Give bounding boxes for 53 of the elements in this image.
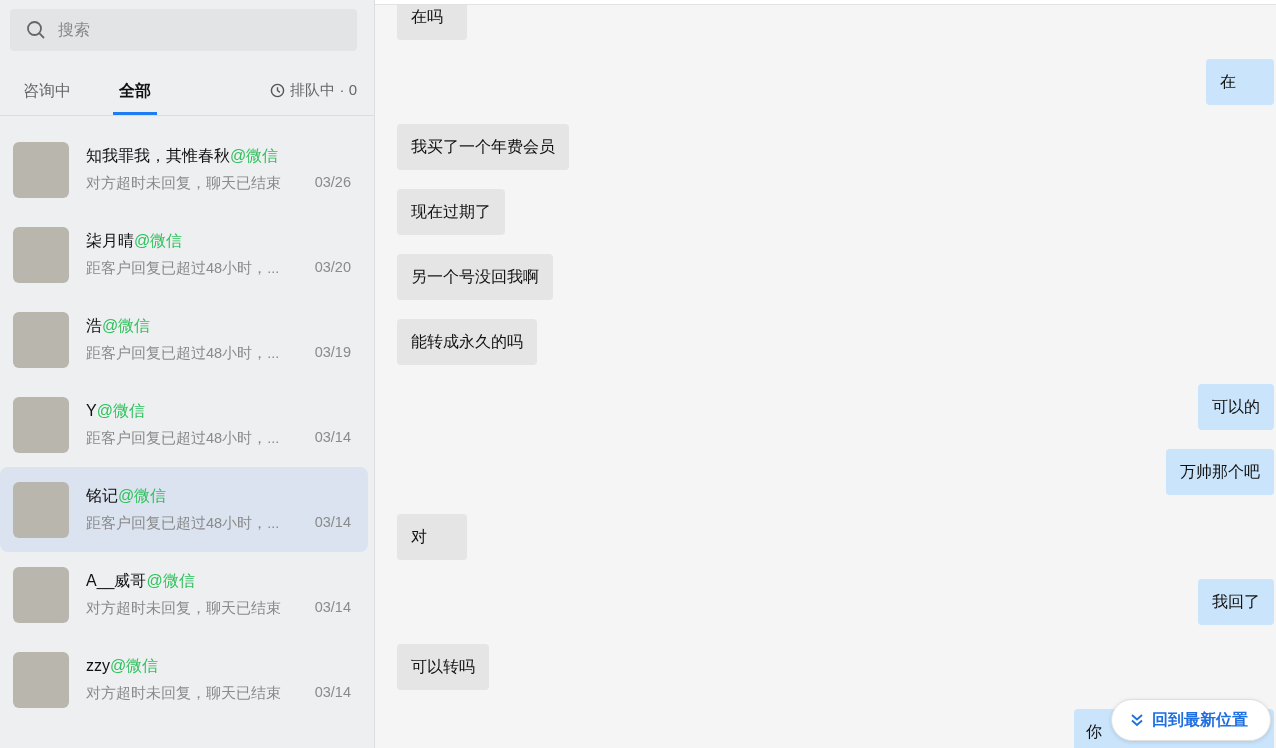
message-bubble: 我回了 (1198, 579, 1274, 625)
contact-item[interactable]: Y@微信 距客户回复已超过48小时，... 03/14 (0, 382, 368, 467)
message-bubble: 能转成永久的吗 (397, 319, 537, 365)
avatar-placeholder (13, 141, 69, 198)
message-preview: 距客户回复已超过48小时，... (86, 259, 280, 278)
contact-item[interactable]: 铭记@微信 距客户回复已超过48小时，... 03/14 (0, 467, 368, 552)
message-date: 03/19 (314, 344, 351, 362)
message-date: 03/26 (314, 174, 351, 192)
message-date: 03/14 (314, 599, 351, 617)
avatar-placeholder (13, 566, 69, 623)
contact-name: 柒月晴@微信 (86, 231, 184, 251)
contact-item[interactable]: 浩@微信 距客户回复已超过48小时，... 03/19 (0, 297, 368, 382)
message-bubble: 可以转吗 (397, 644, 489, 690)
avatar-placeholder (13, 651, 69, 708)
queue-count: 排队中 · 0 (290, 81, 357, 100)
message-bubble: 另一个号没回我啊 (397, 254, 553, 300)
clock-icon (270, 83, 286, 98)
message-preview: 对方超时未回复，聊天已结束 (86, 684, 281, 703)
contact-name: 知我罪我，其惟春秋@微信 (86, 146, 280, 166)
message-preview: 对方超时未回复，聊天已结束 (86, 599, 281, 618)
message-date: 03/14 (314, 684, 351, 702)
message-preview: 距客户回复已超过48小时，... (86, 344, 280, 363)
search-field[interactable]: 搜索 (10, 9, 357, 51)
message-bubble: 对 (397, 514, 467, 560)
contact-name: 浩@微信 (86, 316, 152, 336)
contact-item[interactable]: zzy@微信 对方超时未回复，聊天已结束 03/14 (0, 637, 368, 722)
message-date: 03/14 (314, 514, 351, 532)
contact-item[interactable]: 柒月晴@微信 距客户回复已超过48小时，... 03/20 (0, 212, 368, 297)
avatar-placeholder (13, 396, 69, 453)
message-preview: 距客户回复已超过48小时，... (86, 429, 280, 448)
double-chevron-down-icon (1130, 713, 1144, 727)
tab[interactable]: 咨询中 (17, 80, 77, 115)
message-bubble: 我买了一个年费会员 (397, 124, 569, 170)
avatar-placeholder (13, 311, 69, 368)
contact-name: Y@微信 (86, 401, 146, 421)
contact-name: zzy@微信 (86, 656, 160, 676)
contact-item[interactable]: 知我罪我，其惟春秋@微信 对方超时未回复，聊天已结束 03/26 (0, 127, 368, 212)
jump-to-latest-button[interactable]: 回到最新位置 (1111, 699, 1271, 741)
message-bubble: 万帅那个吧 (1166, 449, 1274, 495)
contact-item[interactable]: A__威哥@微信 对方超时未回复，聊天已结束 03/14 (0, 552, 368, 637)
message-bubble: 可以的 (1198, 384, 1274, 430)
message-bubble: 在 (1206, 59, 1274, 105)
contact-name: A__威哥@微信 (86, 571, 196, 592)
contact-name: 铭记@微信 (86, 486, 168, 506)
message-bubble: 现在过期了 (397, 189, 505, 235)
message-preview: 距客户回复已超过48小时，... (86, 514, 280, 533)
avatar-placeholder (13, 226, 69, 283)
message-preview: 对方超时未回复，聊天已结束 (86, 174, 281, 193)
message-date: 03/20 (314, 259, 351, 277)
message-bubble: 在吗 (397, 5, 467, 40)
message-date: 03/14 (314, 429, 351, 447)
avatar-placeholder (13, 481, 69, 538)
tab[interactable]: 全部 (113, 80, 157, 115)
